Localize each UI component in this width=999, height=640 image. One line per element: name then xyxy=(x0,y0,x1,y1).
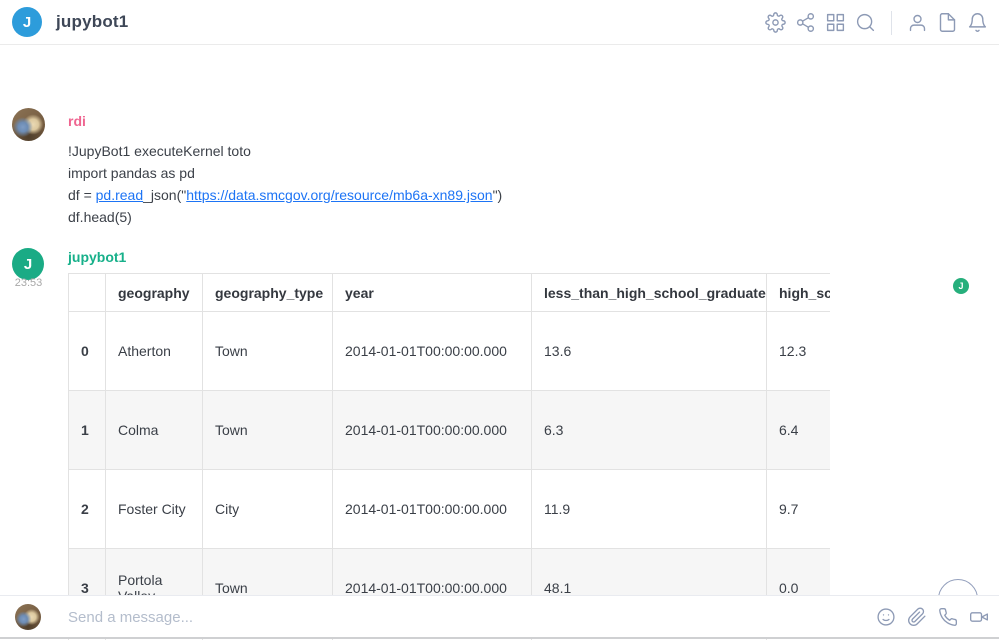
table-cell: 6.4 xyxy=(767,391,831,470)
message-line: !JupyBot1 executeKernel toto xyxy=(68,140,502,162)
message-composer xyxy=(0,595,999,639)
table-row: 0 Atherton Town 2014-01-01T00:00:00.000 … xyxy=(69,312,831,391)
message-input[interactable] xyxy=(68,596,848,638)
table-cell: 2014-01-01T00:00:00.000 xyxy=(333,312,532,391)
settings-gear-icon[interactable] xyxy=(765,12,786,33)
unread-indicator-badge: J xyxy=(953,278,969,294)
table-cell: 6.3 xyxy=(532,391,767,470)
table-cell: 0 xyxy=(69,312,106,391)
table-cell: Town xyxy=(203,312,333,391)
dataframe-table-container: geography geography_type year less_than_… xyxy=(68,273,830,640)
username-jupybot1[interactable]: jupybot1 xyxy=(68,249,126,265)
code-link[interactable]: pd.read xyxy=(96,187,143,203)
toolbar-divider xyxy=(891,11,892,35)
message-rdi-body: !JupyBot1 executeKernel toto import pand… xyxy=(68,140,502,228)
table-cell: 2014-01-01T00:00:00.000 xyxy=(333,470,532,549)
table-header-row: geography geography_type year less_than_… xyxy=(69,274,831,312)
table-header-index xyxy=(69,274,106,312)
channel-title: jupybot1 xyxy=(56,12,128,32)
table-row: 1 Colma Town 2014-01-01T00:00:00.000 6.3… xyxy=(69,391,831,470)
table-cell: 2 xyxy=(69,470,106,549)
video-camera-icon[interactable] xyxy=(969,607,989,627)
table-cell: Colma xyxy=(106,391,203,470)
bell-icon[interactable] xyxy=(967,12,988,33)
table-cell: 2014-01-01T00:00:00.000 xyxy=(333,391,532,470)
table-cell: Foster City xyxy=(106,470,203,549)
phone-call-icon[interactable] xyxy=(938,607,958,627)
table-cell: 13.6 xyxy=(532,312,767,391)
dataframe-table: geography geography_type year less_than_… xyxy=(68,273,830,640)
message-line: df.head(5) xyxy=(68,206,502,228)
table-header-geography: geography xyxy=(106,274,203,312)
composer-user-avatar[interactable] xyxy=(15,604,41,630)
avatar-rdi[interactable] xyxy=(12,108,45,141)
search-icon[interactable] xyxy=(855,12,876,33)
message-line: import pandas as pd xyxy=(68,162,502,184)
table-header-less-than-hs: less_than_high_school_graduate xyxy=(532,274,767,312)
table-header-hs-graduate: high_school_graduate xyxy=(767,274,831,312)
avatar-jupybot1[interactable]: J xyxy=(12,248,44,280)
user-icon[interactable] xyxy=(907,12,928,33)
attachment-paperclip-icon[interactable] xyxy=(907,607,927,627)
message-list: rdi !JupyBot1 executeKernel toto import … xyxy=(0,46,999,595)
file-icon[interactable] xyxy=(937,12,958,33)
table-cell: 12.3 xyxy=(767,312,831,391)
emoji-smiley-icon[interactable] xyxy=(876,607,896,627)
composer-toolbar xyxy=(876,596,989,638)
message-timestamp: 23:53 xyxy=(11,277,46,289)
share-icon[interactable] xyxy=(795,12,816,33)
table-cell: Atherton xyxy=(106,312,203,391)
channel-avatar[interactable]: J xyxy=(12,7,42,37)
table-cell: Town xyxy=(203,391,333,470)
channel-header: J jupybot1 xyxy=(0,0,999,45)
table-header-geography-type: geography_type xyxy=(203,274,333,312)
table-cell: 9.7 xyxy=(767,470,831,549)
message-line: df = pd.read_json("https://data.smcgov.o… xyxy=(68,184,502,206)
username-rdi[interactable]: rdi xyxy=(68,113,86,129)
apps-grid-icon[interactable] xyxy=(825,12,846,33)
table-row: 2 Foster City City 2014-01-01T00:00:00.0… xyxy=(69,470,831,549)
header-toolbar xyxy=(765,0,988,45)
table-header-year: year xyxy=(333,274,532,312)
dataset-url-link[interactable]: https://data.smcgov.org/resource/mb6a-xn… xyxy=(186,187,492,203)
table-cell: City xyxy=(203,470,333,549)
table-cell: 1 xyxy=(69,391,106,470)
table-cell: 11.9 xyxy=(532,470,767,549)
